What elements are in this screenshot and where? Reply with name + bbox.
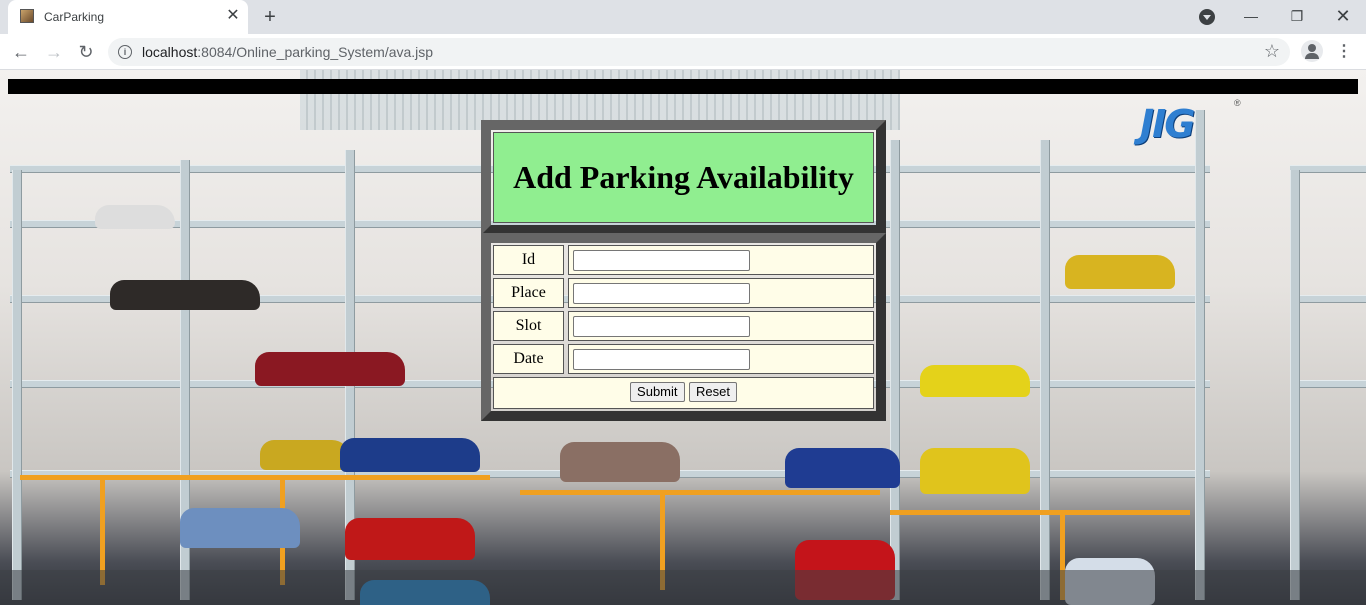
reset-button[interactable]: Reset — [688, 382, 737, 402]
date-cell — [568, 344, 874, 374]
jig-logo: JIG — [1140, 104, 1236, 144]
star-icon[interactable]: ☆ — [1264, 41, 1280, 62]
url-text[interactable]: localhost:8084/Online_parking_System/ava… — [142, 44, 433, 60]
id-cell — [568, 245, 874, 275]
close-window-icon[interactable]: ✕ — [1328, 4, 1358, 28]
registered-mark: ® — [1234, 98, 1241, 108]
page-title: Add Parking Availability — [513, 159, 854, 195]
info-icon[interactable]: i — [118, 45, 132, 59]
plus-icon[interactable]: + — [258, 5, 282, 29]
form-row-slot: Slot — [493, 311, 874, 341]
form-row-id: Id — [493, 245, 874, 275]
slot-input[interactable] — [573, 316, 750, 337]
restore-icon[interactable]: ❐ — [1282, 4, 1312, 28]
id-input[interactable] — [573, 250, 750, 271]
logo-text: JIG — [1140, 102, 1195, 146]
favicon-icon — [20, 9, 34, 23]
url-path: :8084/Online_parking_System/ava.jsp — [197, 44, 434, 60]
close-icon[interactable]: ✕ — [224, 7, 242, 25]
date-label: Date — [493, 344, 564, 374]
tab-strip: CarParking ✕ + — ❐ ✕ — [0, 0, 1366, 34]
availability-form: Id Place Slot Date Submit Reset — [481, 233, 886, 421]
url-host: localhost — [142, 44, 198, 60]
heading-table: Add Parking Availability — [481, 120, 886, 235]
place-cell — [568, 278, 874, 308]
reload-icon[interactable]: ↻ — [74, 40, 98, 64]
submit-button[interactable]: Submit — [630, 382, 685, 402]
minimize-icon[interactable]: — — [1236, 4, 1266, 28]
date-input[interactable] — [573, 349, 750, 370]
page-background: JIG ® Add Parking Availability Id Place … — [0, 70, 1366, 605]
menu-icon[interactable]: ⋮ — [1334, 40, 1354, 64]
form-row-date: Date — [493, 344, 874, 374]
address-bar[interactable]: i localhost:8084/Online_parking_System/a… — [108, 38, 1290, 66]
top-black-bar — [8, 79, 1358, 94]
place-label: Place — [493, 278, 564, 308]
place-input[interactable] — [573, 283, 750, 304]
profile-icon[interactable] — [1301, 40, 1323, 62]
heading-cell: Add Parking Availability — [493, 132, 874, 223]
tab-title: CarParking — [44, 10, 105, 24]
id-label: Id — [493, 245, 564, 275]
browser-tab[interactable]: CarParking ✕ — [8, 0, 248, 34]
form-row-place: Place — [493, 278, 874, 308]
tab-search-icon[interactable] — [1199, 9, 1215, 25]
form-buttons-row: Submit Reset — [493, 377, 874, 409]
back-icon[interactable]: ← — [9, 40, 33, 64]
browser-toolbar: ← → ↻ i localhost:8084/Online_parking_Sy… — [0, 34, 1366, 70]
slot-label: Slot — [493, 311, 564, 341]
forward-icon[interactable]: → — [42, 40, 66, 64]
slot-cell — [568, 311, 874, 341]
